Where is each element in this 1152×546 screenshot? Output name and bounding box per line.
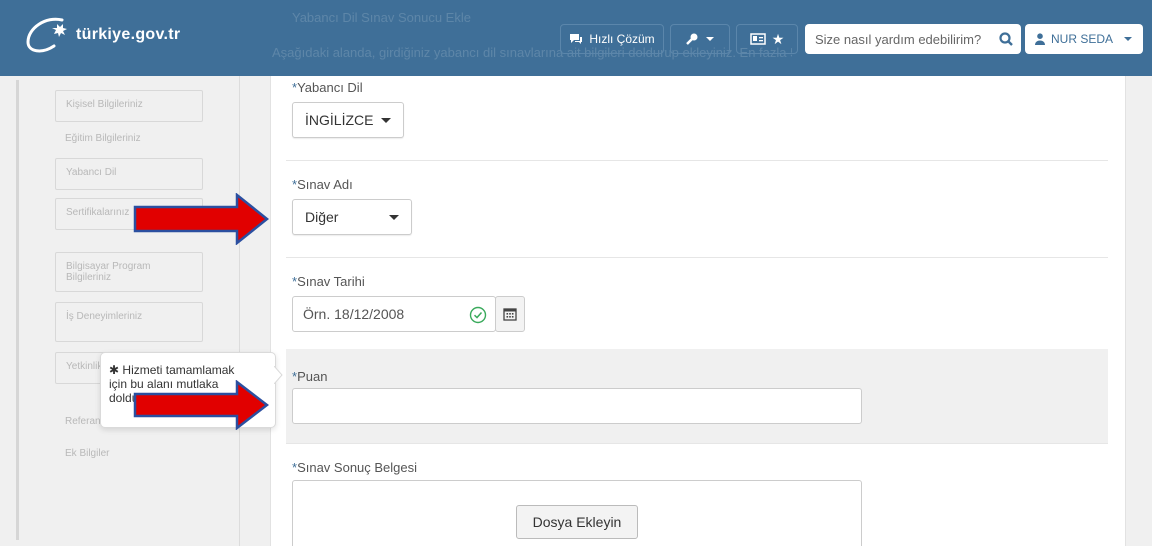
sidebar-item[interactable]: Bilgisayar Program Bilgileriniz	[55, 252, 203, 292]
wrench-icon	[686, 33, 698, 45]
quick-solution-button[interactable]: Hızlı Çözüm	[560, 24, 664, 54]
foreign-language-value: İNGİLİZCE	[305, 112, 374, 128]
exam-name-value: Diğer	[305, 209, 339, 225]
quick-solution-label: Hızlı Çözüm	[589, 32, 655, 46]
caret-down-icon	[389, 215, 399, 220]
exam-date-input[interactable]: Örn. 18/12/2008	[292, 296, 496, 332]
tools-menu-button[interactable]	[670, 24, 730, 54]
exam-document-label: *Sınav Sonuç Belgesi	[292, 460, 418, 475]
sidebar-item[interactable]: Ek Bilgiler	[55, 440, 203, 472]
sidebar-item[interactable]: İş Deneyimleriniz	[55, 302, 203, 342]
id-card-icon	[749, 33, 766, 45]
exam-name-select[interactable]: Diğer	[292, 199, 412, 235]
sidebar-item[interactable]: Eğitim Bilgileriniz	[55, 125, 203, 157]
chat-icon	[570, 34, 583, 44]
foreign-language-label: *Yabancı Dil	[292, 80, 363, 95]
sidebar: Kişisel Bilgileriniz Eğitim Bilgileriniz…	[0, 0, 240, 546]
annotation-arrow-icon	[133, 193, 269, 245]
user-icon	[1035, 33, 1045, 45]
exam-name-label: *Sınav Adı	[292, 177, 353, 192]
star-icon: ★	[771, 30, 785, 47]
logo-text: türkiye.gov.tr	[76, 26, 181, 43]
logo-emblem-icon	[26, 17, 67, 53]
sidebar-rail	[16, 80, 19, 540]
chevron-down-icon	[706, 37, 714, 41]
site-logo[interactable]: türkiye.gov.tr	[22, 14, 180, 56]
annotation-arrow-icon	[133, 380, 269, 430]
page-title: Yabancı Dil Sınav Sonucu Ekle	[292, 10, 471, 25]
add-file-button[interactable]: Dosya Ekleyin	[516, 505, 638, 539]
search-icon[interactable]	[999, 32, 1013, 46]
site-header: türkiye.gov.tr Yabancı Dil Sınav Sonucu …	[0, 0, 1152, 76]
calendar-icon	[503, 308, 517, 321]
score-label: *Puan	[292, 369, 328, 384]
divider	[286, 443, 1108, 444]
caret-down-icon	[381, 118, 391, 123]
exam-date-placeholder: Örn. 18/12/2008	[303, 306, 405, 322]
user-menu-button[interactable]: NUR SEDA	[1025, 24, 1143, 54]
search-input[interactable]: Size nasıl yardım edebilirim?	[805, 24, 1021, 54]
chevron-down-icon	[1124, 37, 1133, 41]
sidebar-item[interactable]: Yabancı Dil	[55, 158, 203, 190]
user-name: NUR SEDA	[1051, 32, 1114, 46]
calendar-button[interactable]	[495, 296, 525, 332]
divider	[286, 160, 1108, 161]
check-circle-icon	[469, 306, 487, 324]
score-input[interactable]	[292, 388, 862, 424]
tooltip-pointer	[274, 366, 283, 384]
id-card-favorites-button[interactable]: ★	[736, 24, 798, 54]
sidebar-item[interactable]: Kişisel Bilgileriniz	[55, 90, 203, 122]
foreign-language-select[interactable]: İNGİLİZCE	[292, 102, 404, 138]
exam-date-label: *Sınav Tarihi	[292, 274, 365, 289]
search-placeholder: Size nasıl yardım edebilirim?	[815, 31, 982, 47]
asterisk-icon: ✱	[109, 363, 120, 377]
divider	[286, 257, 1108, 258]
